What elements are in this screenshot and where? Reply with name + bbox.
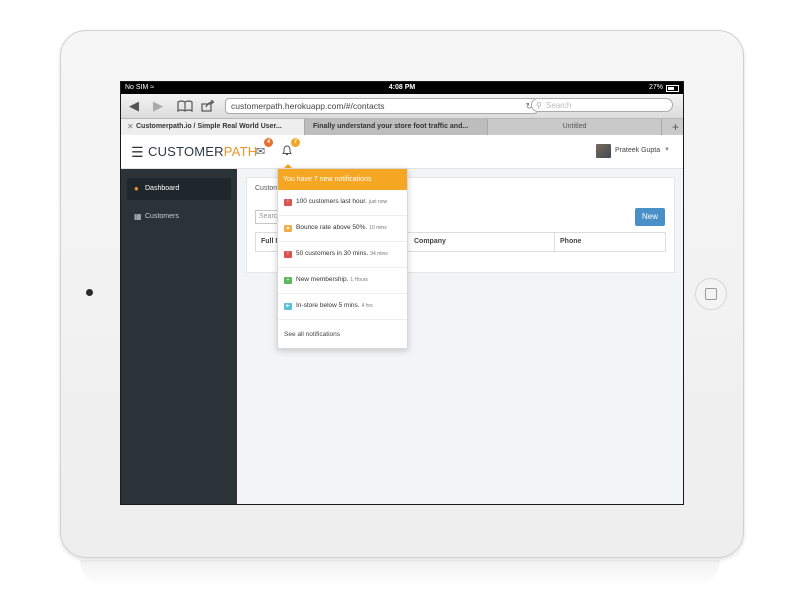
chevron-down-icon[interactable]: ▼	[664, 147, 670, 153]
sidebar-item-customers[interactable]: ▦ Customers	[127, 206, 231, 228]
browser-tab-foot-traffic[interactable]: Finally understand your store foot traff…	[305, 119, 488, 135]
plus-icon: +	[284, 277, 292, 284]
browser-tab-bar: ✕ Customerpath.io / Simple Real World Us…	[121, 119, 683, 136]
close-icon[interactable]: ✕	[127, 119, 134, 135]
notification-item[interactable]: + New membership. 1 Hours	[278, 268, 407, 294]
alert-icon: !	[284, 251, 292, 258]
see-all-notifications-link[interactable]: See all notifications	[284, 331, 340, 338]
add-tab-icon[interactable]: +	[672, 119, 679, 135]
notification-item[interactable]: ▲ Bounce rate above 50%. 10 mins	[278, 216, 407, 242]
warning-icon: ▲	[284, 225, 292, 232]
status-bar: No SIM ≈ 4:08 PM 27%	[121, 82, 683, 94]
dashboard-icon: ●	[134, 184, 139, 193]
browser-tab-untitled[interactable]: Untitled	[488, 119, 662, 135]
battery-icon	[666, 84, 679, 92]
camera-icon	[86, 289, 93, 296]
alert-icon: !	[284, 199, 292, 206]
new-customer-button[interactable]: New	[635, 208, 665, 226]
forward-arrow-icon[interactable]: ▶	[153, 97, 163, 115]
avatar[interactable]	[596, 144, 611, 158]
mail-icon[interactable]: ✉	[256, 145, 265, 158]
bookmarks-icon[interactable]	[177, 97, 193, 115]
notifications-dropdown: You have 7 new notifications ! 100 custo…	[277, 168, 408, 349]
column-phone[interactable]: Phone	[554, 233, 665, 251]
home-button[interactable]	[695, 278, 727, 310]
browser-tab-customerpath[interactable]: ✕ Customerpath.io / Simple Real World Us…	[121, 119, 305, 135]
notification-item[interactable]: ! 50 customers in 30 mins. 34 mins	[278, 242, 407, 268]
browser-search-input[interactable]: ⚲ Search	[531, 98, 673, 112]
brand-logo[interactable]: CUSTOMERPATH	[148, 144, 257, 159]
status-time: 4:08 PM	[388, 84, 416, 91]
ipad-screen: No SIM ≈ 4:08 PM 27% ◀ ▶ customerpath.he…	[121, 82, 683, 504]
back-arrow-icon[interactable]: ◀	[129, 97, 139, 115]
ipad-reflection	[80, 560, 720, 586]
search-icon: ⚲	[536, 101, 542, 110]
app-header: ☰ CUSTOMERPATH ✉ 4 7 Prateek Gupta ▼	[121, 135, 683, 169]
sidebar-item-dashboard[interactable]: ● Dashboard	[127, 178, 231, 200]
notification-item[interactable]: ► In-store below 5 mins. 4 hrs	[278, 294, 407, 320]
notification-item[interactable]: ! 100 customers last hour. just now	[278, 190, 407, 216]
bell-icon[interactable]	[282, 145, 292, 159]
sidebar: ● Dashboard ▦ Customers	[121, 169, 237, 504]
megaphone-icon: ►	[284, 303, 292, 310]
bell-badge: 7	[291, 138, 300, 147]
column-company[interactable]: Company	[409, 233, 554, 251]
battery-status: 27%	[649, 82, 679, 94]
card-title: Custom	[255, 185, 280, 192]
mail-badge: 4	[264, 138, 273, 147]
grid-icon: ▦	[134, 212, 142, 221]
hamburger-menu-icon[interactable]: ☰	[131, 144, 144, 161]
browser-toolbar: ◀ ▶ customerpath.herokuapp.com/#/contact…	[121, 94, 683, 119]
user-name[interactable]: Prateek Gupta	[615, 147, 660, 154]
notifications-header: You have 7 new notifications	[278, 169, 407, 190]
share-icon[interactable]	[201, 97, 215, 115]
url-field[interactable]: customerpath.herokuapp.com/#/contacts ↻	[225, 98, 538, 114]
